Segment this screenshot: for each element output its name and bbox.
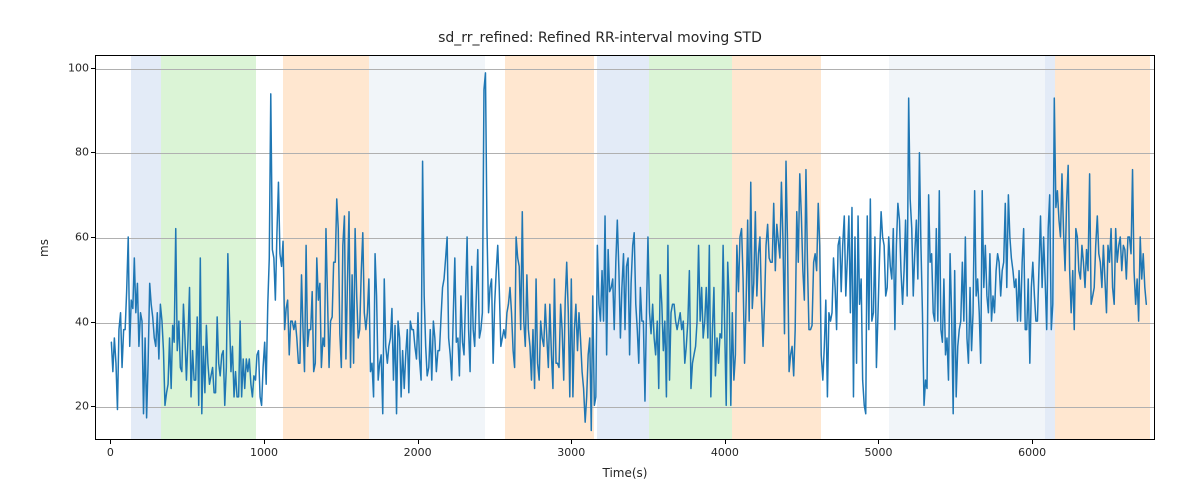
y-tick-mark	[91, 237, 95, 238]
x-axis-label: Time(s)	[95, 466, 1155, 480]
figure: sd_rr_refined: Refined RR-interval movin…	[0, 0, 1200, 500]
x-tick-mark	[264, 440, 265, 444]
line-series	[96, 56, 1154, 439]
plot-area	[95, 55, 1155, 440]
x-tick-mark	[878, 440, 879, 444]
y-tick-mark	[91, 152, 95, 153]
x-tick-mark	[1032, 440, 1033, 444]
x-tick-mark	[110, 440, 111, 444]
y-tick-mark	[91, 406, 95, 407]
axes: ms Time(s) 20406080100010002000300040005…	[95, 55, 1155, 440]
x-tick-mark	[418, 440, 419, 444]
x-tick-mark	[571, 440, 572, 444]
y-tick-mark	[91, 68, 95, 69]
y-axis-label: ms	[37, 239, 51, 257]
chart-title: sd_rr_refined: Refined RR-interval movin…	[0, 30, 1200, 46]
x-tick-mark	[725, 440, 726, 444]
y-tick-mark	[91, 322, 95, 323]
